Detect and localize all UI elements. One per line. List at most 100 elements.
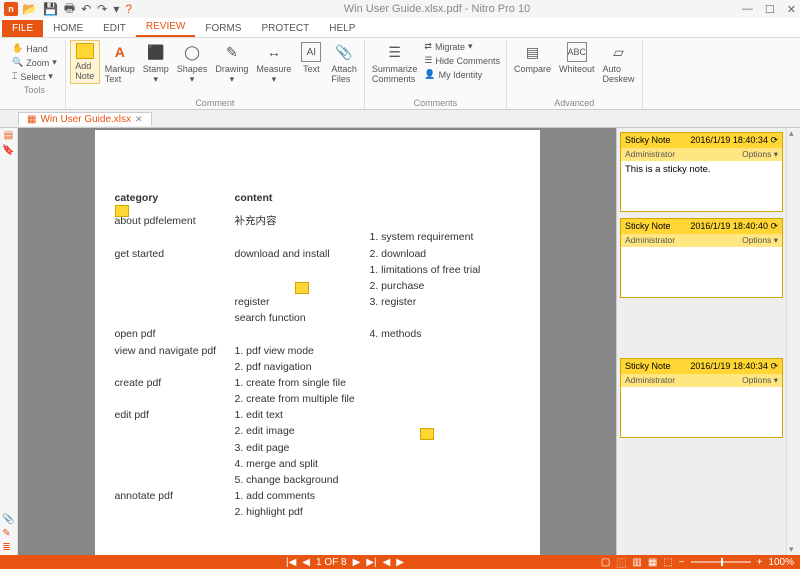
table-cell (115, 294, 235, 310)
migrate-button[interactable]: ⇄Migrate ▾ (422, 40, 502, 53)
zoom-icon: 🔍 (12, 57, 23, 68)
measure-button[interactable]: ↔Measure▾ (253, 40, 294, 87)
document-viewport[interactable]: category content about pdfelement补充内容1. … (18, 128, 616, 555)
forward-view-icon[interactable]: ▶ (396, 557, 404, 568)
view-mode-icon[interactable]: ⿲ (616, 555, 626, 570)
drawing-button[interactable]: ✎Drawing▾ (212, 40, 251, 87)
tab-help[interactable]: HELP (319, 20, 365, 37)
back-view-icon[interactable]: ◀ (383, 557, 391, 568)
attachments-panel-icon[interactable]: 📎 (2, 514, 14, 525)
select-tool[interactable]: ⌶Select ▾ (10, 70, 59, 83)
redo-icon[interactable]: ↷ (97, 2, 107, 16)
document-tabstrip: ▦ Win User Guide.xlsx ✕ (0, 110, 800, 128)
sticky-note-marker[interactable] (295, 282, 309, 294)
document-tab[interactable]: ▦ Win User Guide.xlsx ✕ (18, 112, 152, 126)
note-options[interactable]: Options ▾ (742, 149, 778, 160)
hide-comments-button[interactable]: ☰Hide Comments (422, 54, 502, 67)
text-button[interactable]: AIText (296, 40, 326, 76)
sticky-note-comment[interactable]: Sticky Note2016/1/19 18:40:34 ⟳Administr… (620, 358, 783, 438)
note-options[interactable]: Options ▾ (742, 235, 778, 246)
zoom-slider[interactable] (691, 561, 751, 563)
group-advanced: ▤Compare ABCWhiteout ▱Auto Deskew Advanc… (507, 40, 643, 109)
print-icon[interactable]: 🖶 (64, 0, 75, 20)
zoom-in-icon[interactable]: + (757, 557, 763, 568)
sticky-note-marker[interactable] (115, 205, 129, 217)
tab-edit[interactable]: EDIT (93, 20, 136, 37)
add-note-button[interactable]: Add Note (70, 40, 100, 84)
maximize-button[interactable]: ☐ (765, 3, 775, 16)
sticky-note-marker[interactable] (420, 428, 434, 440)
close-button[interactable]: ✕ (787, 3, 796, 16)
group-comment: Add Note AMarkup Text ⬛Stamp▾ ◯Shapes▾ ✎… (66, 40, 365, 109)
undo-icon[interactable]: ↶ (81, 2, 91, 16)
view-mode-icon[interactable]: ⬚ (663, 557, 672, 568)
summarize-button[interactable]: ☰Summarize Comments (369, 40, 421, 86)
sticky-note-comment[interactable]: Sticky Note2016/1/19 18:40:34 ⟳Administr… (620, 132, 783, 212)
attach-button[interactable]: 📎Attach Files (328, 40, 360, 86)
note-options[interactable]: Options ▾ (742, 375, 778, 386)
stamp-button[interactable]: ⬛Stamp▾ (140, 40, 172, 87)
hand-tool[interactable]: ✋Hand (10, 42, 59, 55)
identity-button[interactable]: 👤My Identity (422, 68, 502, 81)
next-page-icon[interactable]: ▶ (353, 557, 361, 568)
note-body[interactable] (621, 247, 782, 297)
layers-panel-icon[interactable]: ≣ (2, 542, 14, 553)
group-comments: ☰Summarize Comments ⇄Migrate ▾ ☰Hide Com… (365, 40, 507, 109)
prev-page-icon[interactable]: ◀ (302, 557, 310, 568)
table-cell: download and install (235, 246, 370, 262)
shapes-button[interactable]: ◯Shapes▾ (174, 40, 211, 87)
sticky-note-comment[interactable]: Sticky Note2016/1/19 18:40:40 ⟳Administr… (620, 218, 783, 298)
help-icon[interactable]: ? (125, 2, 132, 16)
left-panel: ▤ 🔖 📎 ✎ ≣ (0, 128, 18, 555)
table-cell: 2. edit image (235, 423, 370, 439)
shapes-icon: ◯ (182, 42, 202, 62)
tab-protect[interactable]: PROTECT (251, 20, 319, 37)
open-icon[interactable]: 📂 (22, 2, 37, 16)
table-cell: 1. system requirement (370, 229, 520, 245)
table-cell: 3. register (370, 294, 520, 310)
table-cell: open pdf (115, 326, 235, 342)
whiteout-button[interactable]: ABCWhiteout (556, 40, 598, 76)
table-cell (370, 440, 520, 456)
view-mode-icon[interactable]: ▦ (648, 557, 657, 568)
compare-button[interactable]: ▤Compare (511, 40, 554, 76)
zoom-level: 100% (768, 557, 794, 568)
zoom-out-icon[interactable]: − (679, 557, 685, 568)
table-cell (370, 488, 520, 504)
tab-home[interactable]: HOME (43, 20, 93, 37)
note-body[interactable] (621, 387, 782, 437)
drawing-icon: ✎ (222, 42, 242, 62)
tab-review[interactable]: REVIEW (136, 18, 195, 37)
pages-panel-icon[interactable]: ▤ (4, 130, 13, 141)
table-cell: 2. create from multiple file (235, 391, 370, 407)
table-cell: create pdf (115, 375, 235, 391)
minimize-button[interactable]: — (742, 3, 753, 16)
whiteout-icon: ABC (567, 42, 587, 62)
save-icon[interactable]: 💾 (43, 2, 58, 16)
signatures-panel-icon[interactable]: ✎ (2, 528, 14, 539)
table-cell (370, 213, 520, 229)
view-mode-icon[interactable]: ▢ (601, 557, 610, 568)
markup-button[interactable]: AMarkup Text (102, 40, 138, 86)
table-cell (115, 278, 235, 294)
table-cell (115, 472, 235, 488)
view-mode-icon[interactable]: ▥ (632, 557, 641, 568)
close-tab-icon[interactable]: ✕ (135, 114, 143, 125)
vertical-scrollbar[interactable] (786, 128, 800, 555)
table-cell (115, 504, 235, 520)
deskew-button[interactable]: ▱Auto Deskew (600, 40, 638, 86)
bookmarks-panel-icon[interactable]: 🔖 (2, 145, 14, 156)
tab-file[interactable]: FILE (2, 20, 43, 37)
table-cell (235, 262, 370, 278)
select-icon: ⌶ (12, 71, 17, 82)
migrate-icon: ⇄ (424, 41, 432, 52)
tab-forms[interactable]: FORMS (195, 20, 251, 37)
first-page-icon[interactable]: |◀ (286, 557, 296, 568)
main-area: ▤ 🔖 📎 ✎ ≣ category content about pdfelem… (0, 128, 800, 555)
note-body[interactable]: This is a sticky note. (621, 161, 782, 211)
qat-dropdown-icon[interactable]: ▾ (113, 2, 119, 16)
last-page-icon[interactable]: ▶| (366, 557, 376, 568)
table-cell: 4. merge and split (235, 456, 370, 472)
table-cell: annotate pdf (115, 488, 235, 504)
zoom-tool[interactable]: 🔍Zoom ▾ (10, 56, 59, 69)
